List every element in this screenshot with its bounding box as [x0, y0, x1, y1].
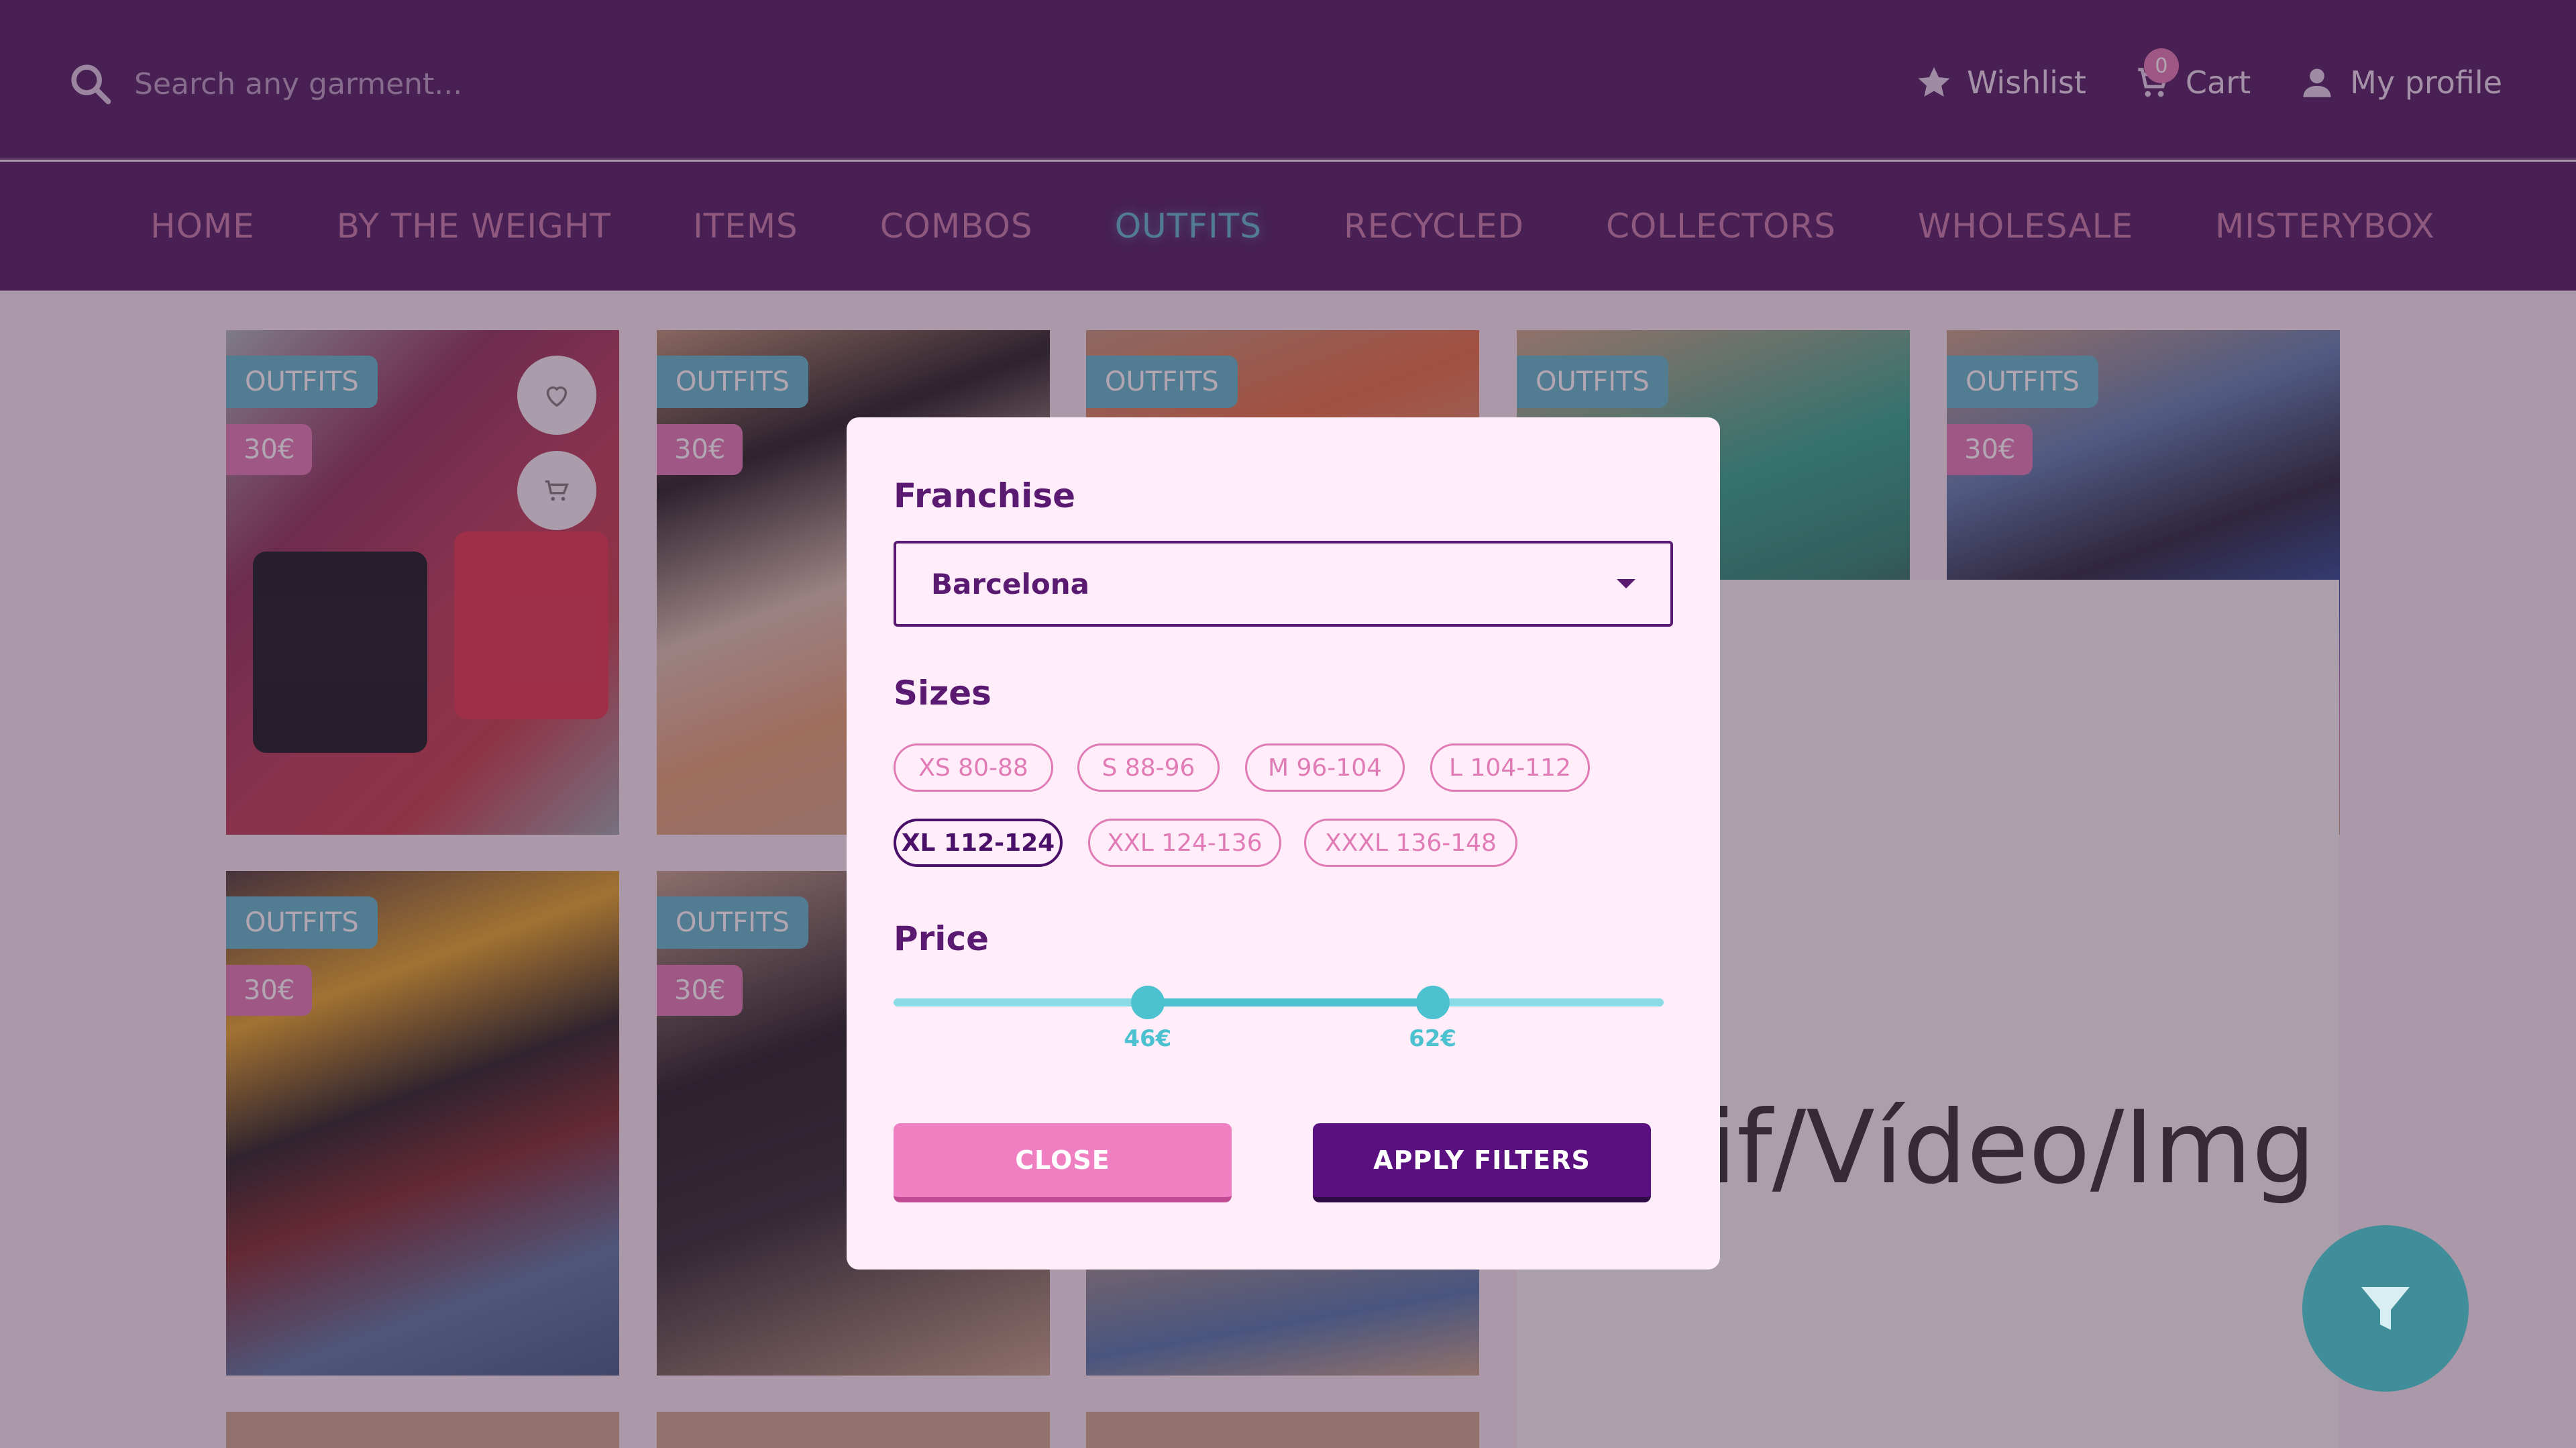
size-chip-m[interactable]: M 96-104: [1245, 743, 1405, 792]
close-button[interactable]: CLOSE: [894, 1123, 1232, 1202]
size-chip-xl[interactable]: XL 112-124: [894, 819, 1063, 867]
size-chip-s[interactable]: S 88-96: [1077, 743, 1220, 792]
franchise-select-value: Barcelona: [931, 567, 1089, 601]
filter-icon: [2361, 1287, 2410, 1330]
size-chip-xxl[interactable]: XXL 124-136: [1088, 819, 1281, 867]
price-title: Price: [894, 919, 989, 958]
size-chip-l[interactable]: L 104-112: [1430, 743, 1590, 792]
franchise-title: Franchise: [894, 476, 1075, 515]
price-range-slider[interactable]: 46€ 62€: [894, 986, 1664, 1052]
sizes-title: Sizes: [894, 674, 991, 713]
price-max-handle[interactable]: [1415, 986, 1450, 1019]
price-min-handle[interactable]: [1130, 986, 1165, 1019]
caret-down-icon: [1617, 579, 1635, 588]
price-min-label: 46€: [1124, 1025, 1172, 1052]
price-range-fill: [1147, 998, 1433, 1006]
franchise-select[interactable]: Barcelona: [894, 541, 1673, 627]
size-chip-xxxl[interactable]: XXXL 136-148: [1304, 819, 1517, 867]
apply-filters-button[interactable]: APPLY FILTERS: [1313, 1123, 1651, 1202]
size-chip-xs[interactable]: XS 80-88: [894, 743, 1053, 792]
price-max-label: 62€: [1409, 1025, 1457, 1052]
filter-fab-button[interactable]: [2302, 1225, 2469, 1392]
